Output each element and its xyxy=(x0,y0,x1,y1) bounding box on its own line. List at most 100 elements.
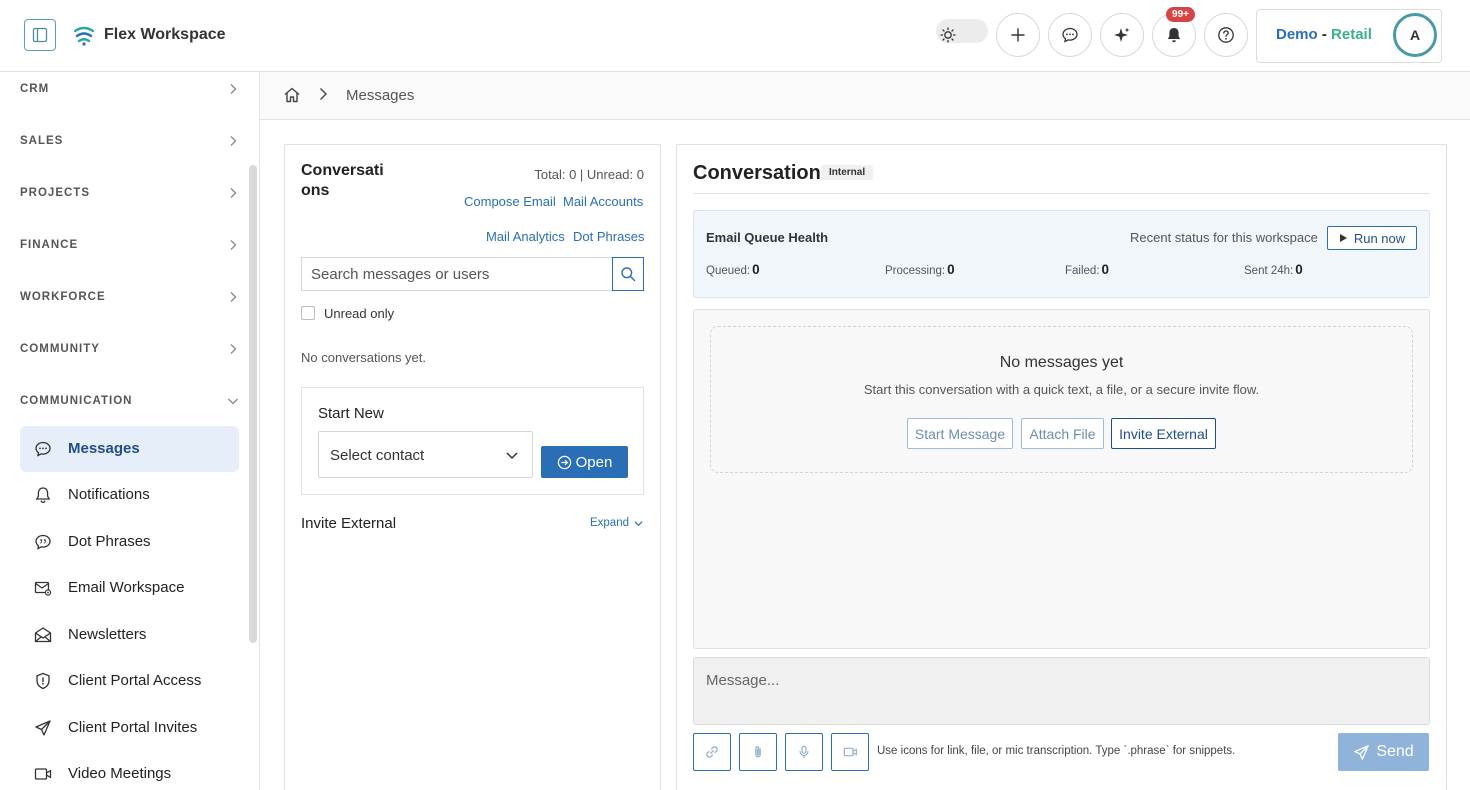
queue-health-title: Email Queue Health xyxy=(706,230,829,245)
sidebar-toggle-button[interactable] xyxy=(24,19,56,51)
sidebar-item-label: Video Meetings xyxy=(68,765,172,782)
sidebar-item-client-portal-access[interactable]: Client Portal Access xyxy=(20,658,239,704)
attach-file-icon-button[interactable] xyxy=(739,733,777,771)
invite-external-button[interactable]: Invite External xyxy=(1111,418,1216,449)
search-icon xyxy=(621,267,636,282)
chevron-down-icon xyxy=(228,398,238,405)
bell-icon xyxy=(1167,28,1181,43)
sidebar-section-label: COMMUNITY xyxy=(20,343,100,355)
sidebar-item-video-meetings[interactable]: Video Meetings xyxy=(20,751,239,790)
mail-gear-icon xyxy=(34,581,52,596)
empty-conversations-text: No conversations yet. xyxy=(301,350,427,365)
theme-toggle[interactable] xyxy=(936,19,988,43)
metric-sent-24h: Sent 24h: 0 xyxy=(1244,262,1303,277)
chevron-right-icon xyxy=(230,292,237,302)
video-icon xyxy=(34,768,52,780)
message-list: No messages yet Start this conversation … xyxy=(693,309,1430,649)
sun-icon xyxy=(940,27,956,43)
start-message-button[interactable]: Start Message xyxy=(907,418,1013,449)
conversation-panel: Conversation Internal Email Queue Health… xyxy=(676,144,1447,790)
mic-button[interactable] xyxy=(785,733,823,771)
account-switcher[interactable]: Demo - Retail A xyxy=(1256,9,1442,63)
contact-select[interactable]: Select contact xyxy=(318,431,533,478)
insert-link-button[interactable] xyxy=(693,733,731,771)
notification-count-badge: 99+ xyxy=(1166,7,1195,22)
chevron-right-icon xyxy=(230,240,237,250)
chevron-right-icon xyxy=(230,136,237,146)
sidebar-section-label: COMMUNICATION xyxy=(20,395,133,407)
sidebar: CRM SALES PROJECTS FINANCE WORKFORCE COM… xyxy=(0,72,260,790)
shield-icon xyxy=(36,672,50,690)
sidebar-section-sales[interactable]: SALES xyxy=(20,132,240,152)
sidebar-section-crm[interactable]: CRM xyxy=(20,80,240,100)
breadcrumb-current: Messages xyxy=(346,87,415,104)
arrow-circle-right-icon xyxy=(557,455,571,469)
empty-state-subtitle: Start this conversation with a quick tex… xyxy=(863,382,1260,397)
top-bar: Flex Workspace 99+ Demo - Retail A xyxy=(0,0,1470,72)
sidebar-section-community[interactable]: COMMUNITY xyxy=(20,340,240,360)
mail-analytics-link[interactable]: Mail Analytics xyxy=(486,229,565,244)
invite-external-label: Invite External xyxy=(301,515,397,532)
sidebar-section-workforce[interactable]: WORKFORCE xyxy=(20,288,240,308)
send-icon xyxy=(1354,744,1370,760)
sidebar-item-client-portal-invites[interactable]: Client Portal Invites xyxy=(20,705,239,751)
sidebar-item-label: Dot Phrases xyxy=(68,533,151,550)
home-icon[interactable] xyxy=(283,86,301,104)
newsletter-icon xyxy=(34,627,52,643)
conversations-title: Conversations xyxy=(301,162,384,199)
breadcrumb: Messages xyxy=(260,72,1470,120)
conversation-counts: Total: 0 | Unread: 0 xyxy=(534,167,644,182)
sidebar-item-label: Newsletters xyxy=(68,626,147,643)
message-input[interactable] xyxy=(693,657,1430,725)
empty-state: No messages yet Start this conversation … xyxy=(710,326,1413,473)
open-button-label: Open xyxy=(575,453,613,471)
sidebar-section-label: CRM xyxy=(20,83,50,95)
sidebar-item-label: Messages xyxy=(68,440,140,457)
help-button[interactable] xyxy=(1204,13,1248,57)
microphone-icon xyxy=(799,745,809,759)
sidebar-item-notifications[interactable]: Notifications xyxy=(20,472,239,518)
chevron-right-icon xyxy=(230,84,237,94)
link-icon xyxy=(706,746,718,758)
unread-only-checkbox[interactable] xyxy=(301,306,315,320)
quote-bubble-icon xyxy=(35,534,51,550)
sidebar-toggle-icon xyxy=(32,27,48,43)
chat-bubble-icon xyxy=(35,441,51,457)
contact-select-value: Select contact xyxy=(330,447,425,464)
sidebar-item-dot-phrases[interactable]: Dot Phrases xyxy=(20,519,239,565)
sidebar-section-finance[interactable]: FINANCE xyxy=(20,236,240,256)
composer-hint: Use icons for link, file, or mic transcr… xyxy=(877,745,1236,757)
bell-icon xyxy=(35,487,51,504)
chevron-right-icon xyxy=(230,188,237,198)
attach-file-button[interactable]: Attach File xyxy=(1021,418,1104,449)
send-button[interactable]: Send xyxy=(1338,733,1429,771)
sidebar-section-communication[interactable]: COMMUNICATION xyxy=(20,392,240,412)
sidebar-scrollbar[interactable] xyxy=(249,165,257,643)
sidebar-item-email-workspace[interactable]: Email Workspace xyxy=(20,565,239,611)
avatar[interactable]: A xyxy=(1393,13,1437,57)
dot-phrases-link[interactable]: Dot Phrases xyxy=(573,229,645,244)
sidebar-section-projects[interactable]: PROJECTS xyxy=(20,184,240,204)
compose-email-link[interactable]: Compose Email xyxy=(464,194,556,209)
sidebar-section-label: SALES xyxy=(20,135,64,147)
video-button[interactable] xyxy=(831,733,869,771)
expand-label: Expand xyxy=(589,517,629,529)
invite-external-expand[interactable]: Expand xyxy=(590,517,644,529)
email-queue-health-card: Email Queue Health Recent status for thi… xyxy=(693,210,1430,298)
start-new-title: Start New xyxy=(318,405,384,422)
chat-button[interactable] xyxy=(1048,13,1092,57)
mail-accounts-link[interactable]: Mail Accounts xyxy=(563,194,643,209)
sidebar-item-newsletters[interactable]: Newsletters xyxy=(20,612,239,658)
sidebar-item-messages[interactable]: Messages xyxy=(20,426,239,472)
chat-bubble-icon xyxy=(1062,27,1078,43)
open-button[interactable]: Open xyxy=(541,446,628,478)
flex-logo-icon xyxy=(73,26,95,46)
add-button[interactable] xyxy=(996,13,1040,57)
app-title: Flex Workspace xyxy=(104,26,226,43)
ai-assistant-button[interactable] xyxy=(1100,13,1144,57)
search-button[interactable] xyxy=(612,257,644,291)
search-input[interactable] xyxy=(301,257,613,291)
sidebar-item-label: Client Portal Access xyxy=(68,672,202,689)
chevron-down-icon xyxy=(634,520,643,526)
run-now-button[interactable]: Run now xyxy=(1327,226,1417,250)
